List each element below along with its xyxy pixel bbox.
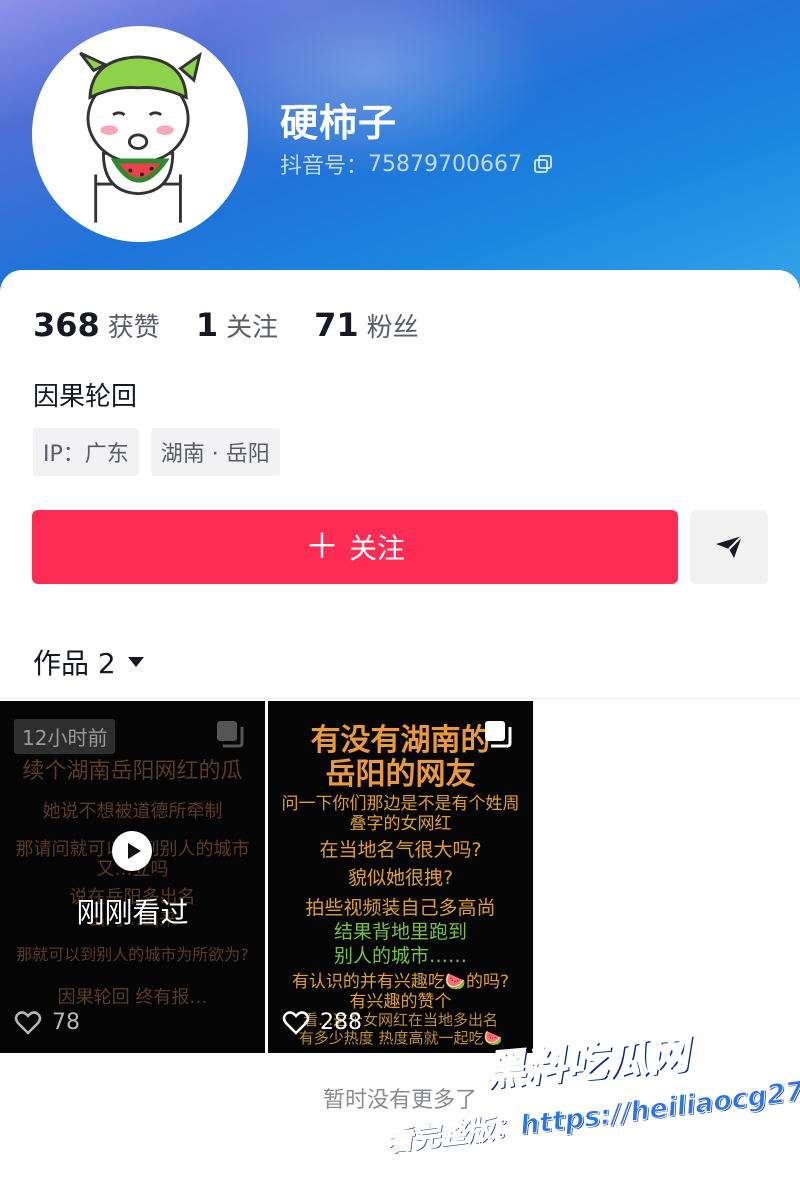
send-icon (716, 535, 743, 558)
stats-row: 368 获赞 1 关注 71 粉丝 (33, 306, 455, 344)
thumb-text: 结果背地里跑到 (333, 921, 467, 943)
post-time: 12小时前 (14, 719, 116, 754)
thumb-text: 别人的城市…… (333, 945, 467, 967)
thumb-text: 她说不想被道德所牵制 (42, 801, 223, 822)
profile-card: 368 获赞 1 关注 71 粉丝 因果轮回 IP：广东 湖南 · 岳阳 ＋ 关… (0, 270, 800, 1180)
just-watched-label: 刚刚看过 (76, 896, 189, 929)
heart-icon (14, 1011, 42, 1035)
thumb-text: 貌似她很拽? (347, 867, 454, 889)
ip-location-tag: IP：广东 (33, 428, 139, 476)
thumb-text: 在当地名气很大吗? (319, 839, 482, 861)
play-icon (112, 831, 152, 871)
caret-down-icon (127, 657, 144, 667)
avatar[interactable] (32, 26, 248, 242)
stat-value: 71 (314, 306, 359, 344)
copy-icon[interactable] (532, 153, 554, 175)
no-more-text: 暂时没有更多了 (322, 1088, 477, 1113)
thumb-text: 岳阳的网友 (325, 757, 476, 792)
video-thumbnail-1[interactable]: 续个湖南岳阳网红的瓜 她说不想被道德所牵制 那请问就可以…到别人的城市 又…立吗… (0, 701, 265, 1053)
avatar-illustration (36, 30, 244, 238)
multi-image-icon (485, 721, 512, 748)
follow-button[interactable]: ＋ 关注 (32, 510, 678, 584)
douyin-id-value: 75879700667 (368, 151, 522, 177)
douyin-id-label: 抖音号： (280, 154, 369, 179)
works-tab-label: 作品 2 (33, 647, 116, 680)
thumb-text: 续个湖南岳阳网红的瓜 (22, 759, 243, 784)
works-grid: 续个湖南岳阳网红的瓜 她说不想被道德所牵制 那请问就可以…到别人的城市 又…立吗… (0, 701, 533, 1053)
bio: 因果轮回 (33, 382, 138, 412)
works-tab[interactable]: 作品 2 (33, 642, 144, 682)
like-count: 288 (282, 1009, 362, 1035)
plus-icon: ＋ (304, 527, 339, 567)
stat-value: 368 (33, 306, 100, 344)
info-tags: IP：广东 湖南 · 岳阳 (33, 428, 280, 476)
stat-label: 获赞 (107, 313, 160, 343)
like-count-value: 288 (320, 1009, 362, 1035)
stat-label: 关注 (226, 313, 279, 343)
douyin-id: 抖音号： 75879700667 (280, 148, 554, 180)
message-button[interactable] (690, 510, 768, 584)
like-count: 78 (14, 1009, 80, 1035)
profile-name: 硬柿子 (280, 101, 398, 145)
stat-label: 粉丝 (366, 313, 419, 343)
thumb-text: 那就可以到别人的城市为所欲为? (16, 945, 249, 964)
stat-value: 1 (195, 306, 219, 344)
divider (0, 698, 800, 699)
thumb-text: 因果轮回 终有报… (57, 987, 208, 1008)
thumb-text: 拍些视频装自己多高尚 (305, 897, 496, 919)
stat-followers[interactable]: 71 粉丝 (314, 306, 419, 344)
stat-following[interactable]: 1 关注 (196, 306, 278, 344)
thumb-text: 叠字的女网红 (349, 814, 452, 834)
stat-likes[interactable]: 368 获赞 (33, 306, 160, 344)
heart-icon (282, 1011, 310, 1035)
profile-header-background: 硬柿子 抖音号： 75879700667 (0, 0, 800, 300)
multi-image-icon (217, 721, 244, 748)
region-tag[interactable]: 湖南 · 岳阳 (150, 428, 280, 476)
follow-label: 关注 (348, 532, 405, 565)
like-count-value: 78 (52, 1009, 80, 1035)
video-thumbnail-2[interactable]: 有没有湖南的 岳阳的网友 问一下你们那边是不是有个姓周 叠字的女网红 在当地名气… (268, 701, 533, 1053)
